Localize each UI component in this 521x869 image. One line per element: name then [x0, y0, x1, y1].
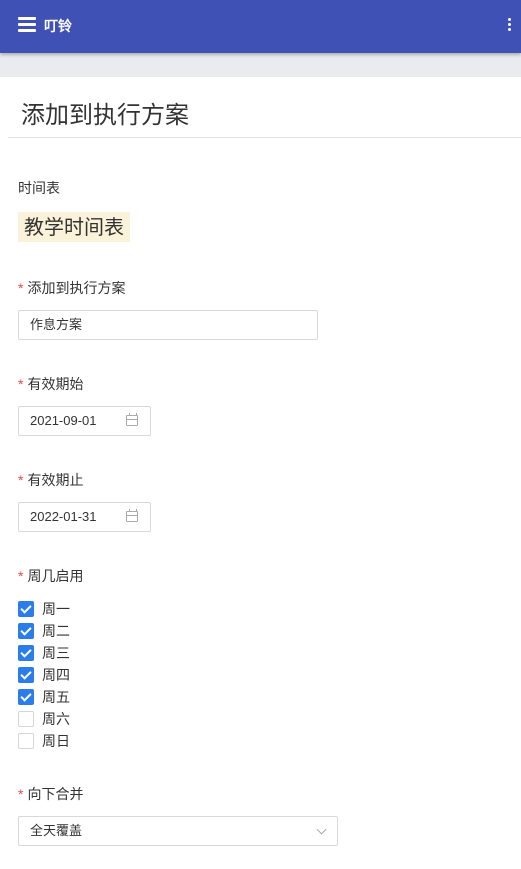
required-mark: * [18, 568, 24, 584]
calendar-icon[interactable] [126, 413, 138, 426]
plan-label-text: 添加到执行方案 [27, 280, 126, 296]
checkbox-label: 周五 [42, 689, 70, 705]
start-date-label: * 有效期始 [18, 374, 83, 394]
merge-select-value: 全天覆盖 [30, 823, 83, 838]
checkbox-label: 周日 [42, 733, 70, 749]
page-title: 添加到执行方案 [21, 101, 189, 129]
checkbox-icon[interactable] [18, 689, 34, 705]
start-date-picker[interactable]: 2021-09-01 [18, 406, 151, 436]
merge-select[interactable]: 全天覆盖 [18, 816, 338, 846]
required-mark: * [18, 376, 24, 392]
merge-label: * 向下合并 [18, 784, 83, 804]
checkbox-icon[interactable] [18, 711, 34, 727]
end-label-text: 有效期止 [27, 472, 84, 488]
merge-label-text: 向下合并 [27, 786, 84, 802]
schedule-name: 教学时间表 [18, 212, 130, 242]
schedule-label: 时间表 [18, 180, 60, 196]
app-bar: 叮铃 [0, 0, 521, 53]
app-title: 叮铃 [44, 18, 72, 34]
plan-input-value: 作息方案 [30, 317, 83, 332]
checkbox-label: 周一 [42, 601, 70, 617]
weekdays-label: * 周几启用 [18, 566, 83, 586]
plan-input[interactable]: 作息方案 [18, 310, 318, 340]
checkbox-label: 周三 [42, 645, 70, 661]
required-mark: * [18, 280, 24, 296]
more-options-icon[interactable] [506, 18, 512, 34]
checkbox-label: 周四 [42, 667, 70, 683]
end-date-value: 2022-01-31 [30, 509, 97, 524]
checkbox-icon[interactable] [18, 623, 34, 639]
required-mark: * [18, 786, 24, 802]
checkbox-icon[interactable] [18, 645, 34, 661]
checkbox-label: 周二 [42, 623, 70, 639]
breadcrumb-strip [0, 53, 521, 77]
checkbox-label: 周六 [42, 711, 70, 727]
plan-field-label: * 添加到执行方案 [18, 278, 125, 298]
calendar-icon[interactable] [126, 509, 138, 522]
end-date-label: * 有效期止 [18, 470, 83, 490]
menu-icon[interactable] [18, 17, 36, 33]
weekdays-label-text: 周几启用 [27, 568, 84, 584]
start-date-value: 2021-09-01 [30, 413, 97, 428]
start-label-text: 有效期始 [27, 376, 84, 392]
chevron-down-icon[interactable] [316, 824, 327, 835]
checkbox-icon[interactable] [18, 733, 34, 749]
required-mark: * [18, 472, 24, 488]
end-date-picker[interactable]: 2022-01-31 [18, 502, 151, 532]
page-header: 添加到执行方案 [8, 78, 521, 138]
checkbox-icon[interactable] [18, 601, 34, 617]
checkbox-icon[interactable] [18, 667, 34, 683]
